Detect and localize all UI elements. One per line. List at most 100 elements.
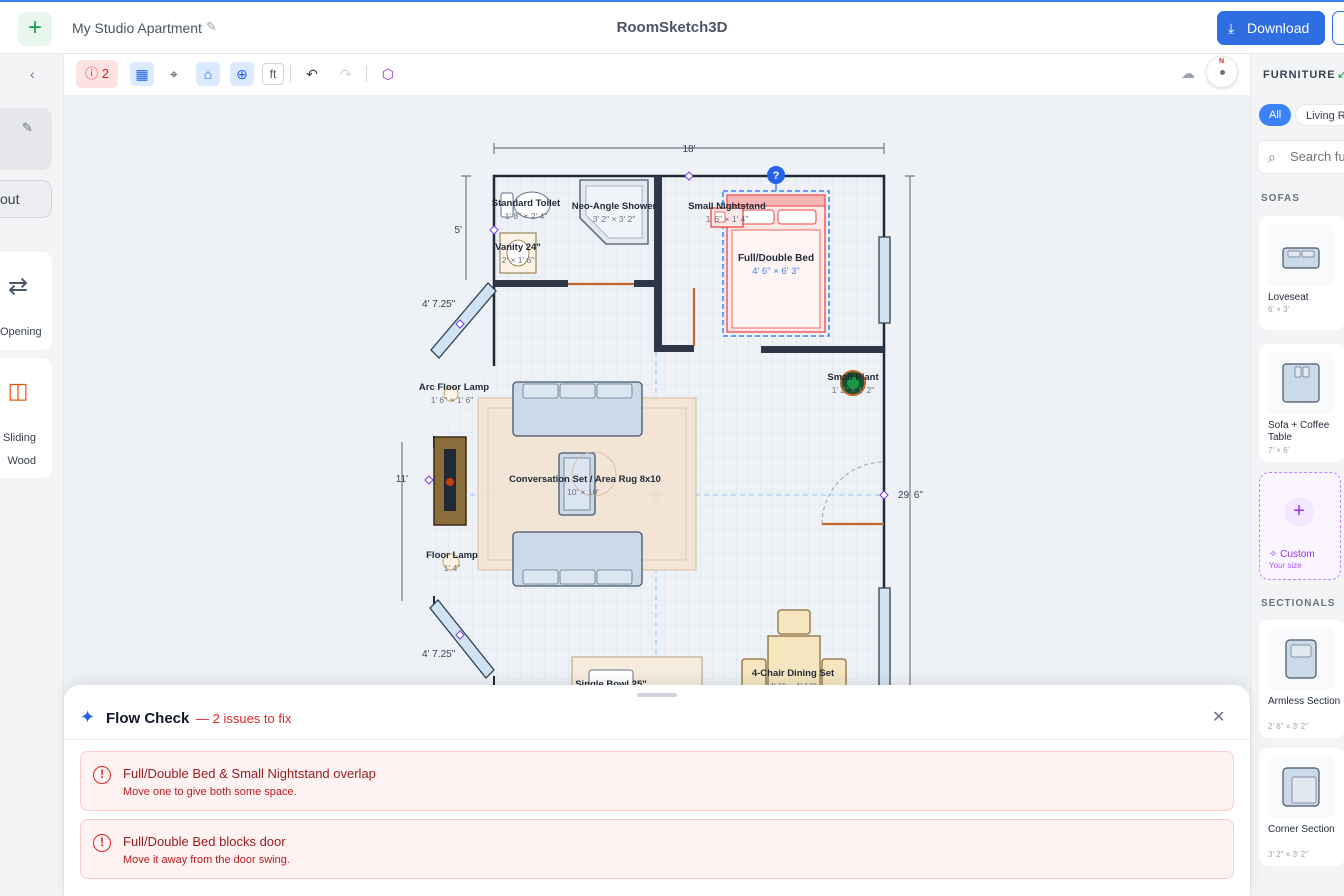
dim-angled-top: 4' 7.25": [422, 299, 456, 310]
expand-icon[interactable]: ↙: [1337, 67, 1344, 81]
furniture-panel-title: FURNITURE: [1263, 69, 1336, 81]
opening-tool[interactable]: ⇄ Opening: [0, 252, 52, 350]
armless-thumbnail: [1268, 628, 1334, 690]
rug-table-size: 10' × 10': [567, 487, 599, 497]
sliding-door-icon: ◫: [7, 378, 29, 403]
drag-handle[interactable]: [637, 693, 677, 697]
pencil-icon[interactable]: ✎: [206, 19, 217, 35]
furniture-card-sofa-coffee-table[interactable]: Sofa + Coffee Table 7' × 6': [1259, 344, 1344, 462]
label-tag-icon[interactable]: ⌂: [196, 62, 220, 86]
furniture-search[interactable]: ⌕: [1257, 140, 1344, 174]
furniture-card-name: Armless Section: [1268, 696, 1341, 707]
right-window-top[interactable]: [878, 236, 891, 324]
furniture-panel: FURNITURE ↙ All Living Room ⌕ SOFAS Love…: [1250, 54, 1344, 896]
wood-label: Wood: [7, 455, 36, 467]
share-button[interactable]: [1332, 11, 1344, 45]
flow-check-subtitle: — 2 issues to fix: [196, 711, 292, 726]
angled-window-top[interactable]: [430, 282, 497, 359]
floor-lamp-size: 1' 4": [444, 563, 460, 573]
sparkles-icon: ✦: [80, 707, 96, 727]
toilet-size: 1' 8" × 2' 4": [505, 211, 548, 221]
floor-lamp-label: Floor Lamp: [426, 550, 478, 561]
pencil-icon[interactable]: ✎: [22, 120, 33, 136]
project-name[interactable]: My Studio Apartment: [72, 20, 202, 36]
flow-check-divider: [64, 739, 1250, 740]
vanity-label: Vanity 24": [495, 242, 541, 253]
toolbar-divider: [290, 66, 291, 82]
tv-console[interactable]: [433, 436, 467, 526]
arc-lamp-label: Arc Floor Lamp: [419, 382, 489, 393]
vanity[interactable]: Vanity 24" 2' × 1' 6": [495, 232, 541, 274]
issue-card[interactable]: ! Full/Double Bed & Small Nightstand ove…: [80, 751, 1234, 811]
furniture-card-size: 2' 6" × 3' 2": [1268, 722, 1309, 731]
north-label: N: [1219, 58, 1225, 65]
dim-right-height: 29' 6": [898, 490, 923, 501]
corner-section-icon: [1282, 767, 1320, 807]
section-sofas: SOFAS: [1261, 193, 1300, 204]
furniture-card-loveseat[interactable]: Loveseat 6' × 3': [1259, 216, 1344, 330]
sofa-top[interactable]: [512, 381, 643, 437]
redo-icon[interactable]: ↷: [334, 62, 358, 86]
furniture-card-size: 6' × 3': [1268, 305, 1290, 314]
plant-label: Small Plant: [827, 372, 879, 383]
furniture-card-size: 7' × 6': [1268, 446, 1290, 455]
vanity-size: 2' × 1' 6": [502, 255, 535, 265]
loveseat-icon: [1282, 247, 1320, 269]
grid-icon[interactable]: ▦: [130, 62, 154, 86]
dim-top-width: 18': [682, 144, 695, 155]
issues-button[interactable]: ⓘ 2: [76, 60, 118, 88]
cloud-icon: ☁: [1181, 65, 1195, 81]
toilet-label: Standard Toilet: [492, 198, 561, 209]
nightstand-size: 1' 6" × 1' 4": [706, 214, 749, 224]
chip-all[interactable]: All: [1259, 104, 1292, 126]
snap-icon[interactable]: ⌖: [162, 62, 186, 86]
dim-left-height: 11': [396, 474, 408, 485]
download-label: Download: [1247, 20, 1310, 36]
unit-toggle[interactable]: ft: [262, 63, 284, 85]
download-button[interactable]: ⤓ Download: [1217, 11, 1325, 45]
alert-circle-icon: !: [93, 766, 111, 784]
opening-label: Opening: [0, 326, 42, 338]
furniture-card-size: 3' 2" × 3' 2": [1268, 850, 1309, 859]
room-card[interactable]: ✎: [0, 108, 52, 170]
flow-check-panel: ✦ Flow Check — 2 issues to fix ✕ ! Full/…: [64, 685, 1250, 896]
custom-label: ✧ Custom: [1269, 549, 1315, 560]
bed-size: 4' 6" × 6' 3": [752, 266, 800, 277]
furniture-card-corner-section[interactable]: Corner Section 3' 2" × 3' 2": [1259, 748, 1344, 866]
sliding-wood-tool[interactable]: ◫ Sliding Wood: [0, 358, 52, 478]
shower-size: 3' 2" × 3' 2": [593, 214, 636, 224]
custom-label-text: Custom: [1280, 549, 1315, 560]
add-button[interactable]: +: [18, 12, 52, 46]
shower-label: Neo-Angle Shower: [572, 201, 657, 212]
search-input[interactable]: [1290, 149, 1344, 164]
right-window-bottom[interactable]: [878, 587, 891, 689]
3d-cube-icon[interactable]: ⬡: [376, 62, 400, 86]
warning-marker-label: ?: [773, 170, 780, 182]
plus-icon: +: [1284, 497, 1314, 527]
custom-furniture-card[interactable]: + ✧ Custom Your size: [1259, 472, 1341, 580]
armless-section-icon: [1285, 639, 1317, 679]
corner-thumbnail: [1268, 756, 1334, 818]
compass[interactable]: N: [1206, 56, 1238, 88]
canvas-toolbar: ⓘ 2 ▦ ⌖ ⌂ ⊕ ft ↶ ↷ ⬡ ☁ N: [64, 54, 1250, 96]
close-icon[interactable]: ✕: [1212, 707, 1225, 727]
section-sectionals: SECTIONALS: [1261, 598, 1336, 609]
chip-living-room[interactable]: Living Room: [1295, 104, 1344, 126]
bed-label: Full/Double Bed: [738, 253, 814, 264]
alert-icon: ⓘ: [85, 66, 99, 81]
issue-card[interactable]: ! Full/Double Bed blocks door Move it aw…: [80, 819, 1234, 879]
download-icon: ⤓: [1228, 20, 1235, 36]
undo-icon[interactable]: ↶: [300, 62, 324, 86]
issue-description: Move one to give both some space.: [123, 786, 297, 798]
layout-label: out: [0, 191, 20, 207]
layout-button[interactable]: out: [0, 180, 52, 218]
crosshair-icon[interactable]: ⊕: [230, 62, 254, 86]
search-icon: ⌕: [1268, 149, 1276, 165]
arc-lamp-size: 1' 6" × 1' 6": [431, 395, 474, 405]
chevron-left-icon[interactable]: ‹: [30, 66, 35, 82]
custom-sublabel: Your size: [1269, 561, 1302, 570]
sofa-bottom[interactable]: [512, 531, 643, 587]
furniture-card-armless-section[interactable]: Armless Section 2' 6" × 3' 2": [1259, 620, 1344, 738]
dim-angled-bottom: 4' 7.25": [422, 649, 456, 660]
furniture-card-name: Sofa + Coffee Table: [1268, 420, 1330, 443]
